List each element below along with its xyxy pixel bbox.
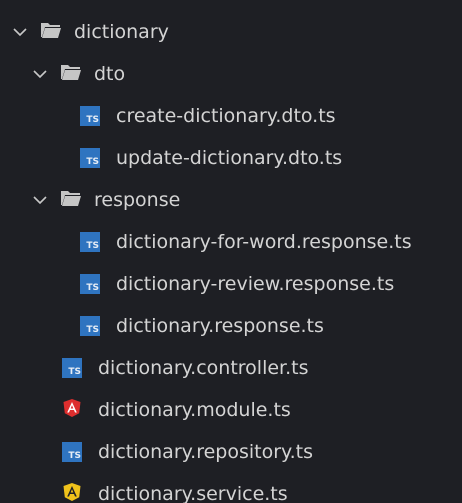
- tree-item-label: create-dictionary.dto.ts: [116, 105, 336, 127]
- tree-item-file[interactable]: dictionary.service.ts: [0, 476, 462, 503]
- typescript-icon: TS: [80, 148, 100, 168]
- tree-item-file[interactable]: TS dictionary-review.response.ts: [0, 266, 462, 302]
- angular-module-icon: [62, 398, 98, 423]
- tree-item-label: dictionary.controller.ts: [98, 357, 309, 379]
- tree-item-file[interactable]: TS create-dictionary.dto.ts: [0, 98, 462, 134]
- tree-item-label: dictionary.module.ts: [98, 399, 291, 421]
- tree-item-label: dto: [94, 63, 126, 85]
- chevron-down-icon[interactable]: [30, 64, 50, 84]
- tree-item-label: dictionary-review.response.ts: [116, 273, 395, 295]
- typescript-icon: TS: [62, 442, 82, 462]
- tree-item-label: dictionary: [74, 21, 169, 43]
- typescript-icon: TS: [80, 316, 100, 336]
- file-explorer: dictionary dto TS create-dictionary.dto.…: [0, 0, 462, 503]
- tree-item-label: dictionary.response.ts: [116, 315, 324, 337]
- tree-item-label: dictionary.service.ts: [98, 483, 288, 503]
- tree-item-file[interactable]: TS update-dictionary.dto.ts: [0, 140, 462, 176]
- tree-item-file[interactable]: TS dictionary.response.ts: [0, 308, 462, 344]
- chevron-down-icon[interactable]: [10, 22, 30, 42]
- tree-item-dto-folder[interactable]: dto: [0, 56, 462, 92]
- typescript-icon: TS: [80, 232, 100, 252]
- tree-item-response-folder[interactable]: response: [0, 182, 462, 218]
- tree-item-dictionary-folder[interactable]: dictionary: [0, 14, 462, 50]
- tree-item-label: response: [94, 189, 181, 211]
- folder-open-icon: [60, 63, 94, 86]
- tree-item-label: dictionary.repository.ts: [98, 441, 313, 463]
- typescript-icon: TS: [80, 274, 100, 294]
- tree-item-file[interactable]: TS dictionary.repository.ts: [0, 434, 462, 470]
- tree-item-file[interactable]: TS dictionary-for-word.response.ts: [0, 224, 462, 260]
- tree-item-label: dictionary-for-word.response.ts: [116, 231, 412, 253]
- folder-open-icon: [40, 21, 74, 44]
- typescript-icon: TS: [62, 358, 82, 378]
- typescript-icon: TS: [80, 106, 100, 126]
- tree-item-file[interactable]: TS dictionary.controller.ts: [0, 350, 462, 386]
- tree-item-file[interactable]: dictionary.module.ts: [0, 392, 462, 428]
- folder-open-icon: [60, 189, 94, 212]
- chevron-down-icon[interactable]: [30, 190, 50, 210]
- tree-item-label: update-dictionary.dto.ts: [116, 147, 343, 169]
- angular-service-icon: [62, 482, 98, 503]
